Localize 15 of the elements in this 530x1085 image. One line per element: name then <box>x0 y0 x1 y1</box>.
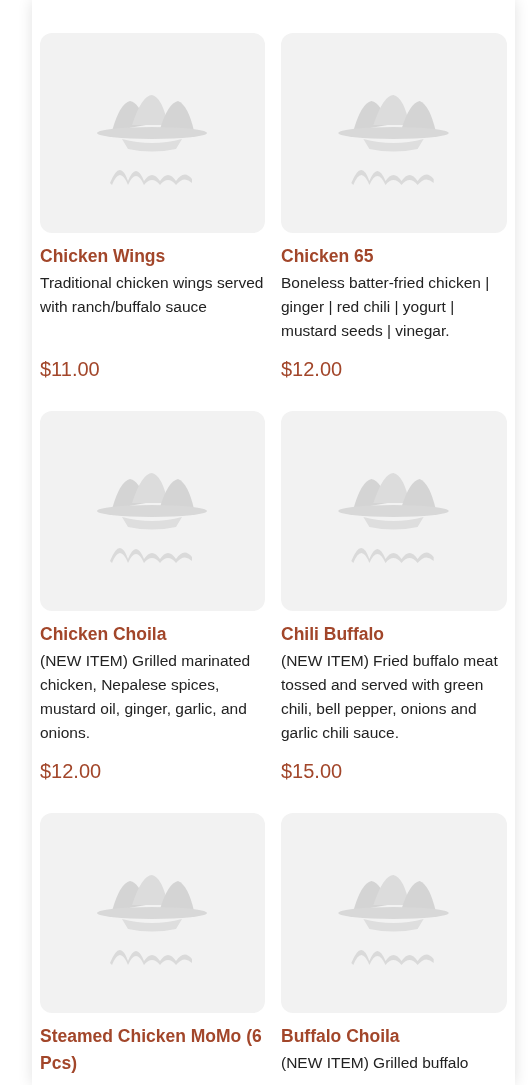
dish-description: (NEW ITEM) Grilled marinated chicken, Nepalese spices, mustard oil, ginger, garlic, and onions. <box>40 651 252 743</box>
dish-description: (NEW ITEM) Grilled buffalo <box>281 1053 470 1073</box>
dish-price: $12.00 <box>40 759 103 784</box>
dish-description: Traditional chicken wings served with ranch/buffalo sauce <box>40 273 265 317</box>
dish-description: (NEW ITEM) Fried buffalo meat tossed and served with green chili, bell pepper, onions and garlic chili sauce. <box>281 651 499 743</box>
dish-price: $11.00 <box>40 357 101 382</box>
dish-description: Boneless batter-fried chicken | ginger | red chili | yogurt | mustard seeds | vinegar. <box>281 273 491 341</box>
dish-price: $15.00 <box>281 759 344 784</box>
dish-name: Buffalo Choila <box>281 1025 401 1048</box>
dish-name: Chicken Choila <box>40 623 168 646</box>
dish-name: Chili Buffalo <box>281 623 386 646</box>
dish-name: Chicken Wings <box>40 245 167 268</box>
dish-name: Chicken 65 <box>281 245 375 268</box>
dish-name: Steamed Chicken MoMo (6 Pcs) <box>40 1025 263 1075</box>
dish-price: $12.00 <box>281 357 344 382</box>
